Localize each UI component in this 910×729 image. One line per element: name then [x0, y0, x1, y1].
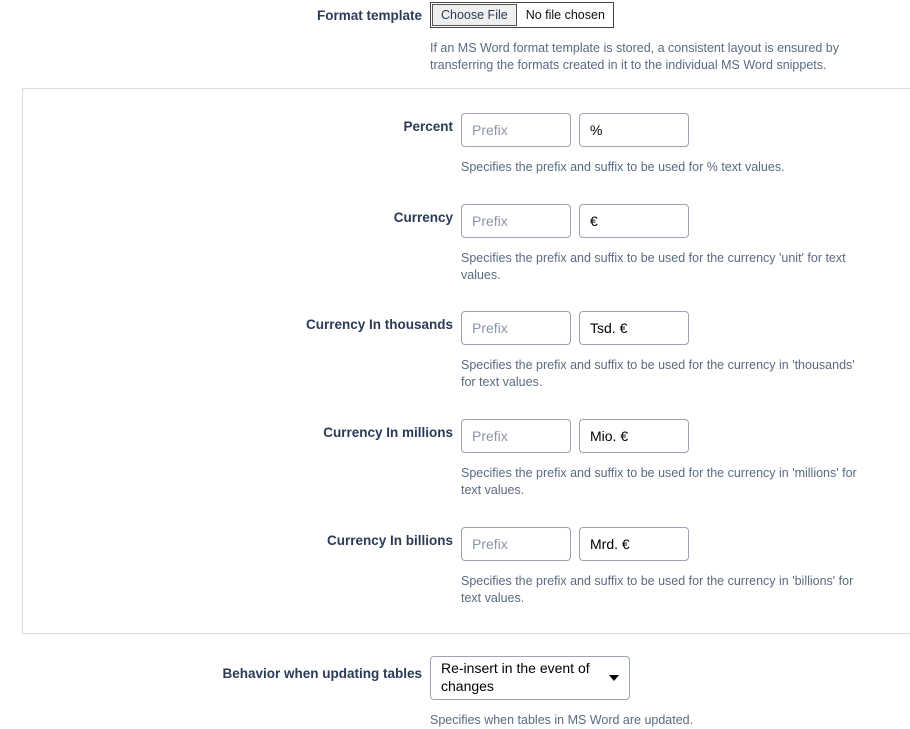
behavior-select-value: Re-insert in the event of changes — [441, 660, 599, 695]
currency-billions-suffix-input[interactable] — [579, 527, 689, 561]
currency-help: Specifies the prefix and suffix to be us… — [461, 250, 910, 284]
currency-billions-label: Currency In billions — [23, 523, 461, 548]
behavior-label: Behavior when updating tables — [0, 652, 430, 681]
currency-millions-prefix-input[interactable] — [461, 419, 571, 453]
chevron-down-icon — [609, 675, 619, 681]
file-chosen-text: No file chosen — [518, 3, 613, 27]
currency-suffix-input[interactable] — [579, 204, 689, 238]
currency-millions-label: Currency In millions — [23, 415, 461, 440]
currency-billions-prefix-input[interactable] — [461, 527, 571, 561]
behavior-select[interactable]: Re-insert in the event of changes — [430, 656, 630, 700]
percent-suffix-input[interactable] — [579, 113, 689, 147]
choose-file-button[interactable]: Choose File — [432, 4, 517, 26]
format-template-label: Format template — [0, 2, 430, 23]
currency-thousands-suffix-input[interactable] — [579, 311, 689, 345]
format-template-file-input[interactable]: Choose File No file chosen — [430, 2, 614, 28]
format-settings-panel: Percent Specifies the prefix and suffix … — [22, 88, 910, 634]
currency-thousands-label: Currency In thousands — [23, 307, 461, 332]
format-template-help: If an MS Word format template is stored,… — [430, 40, 910, 74]
currency-millions-suffix-input[interactable] — [579, 419, 689, 453]
currency-thousands-prefix-input[interactable] — [461, 311, 571, 345]
currency-thousands-help: Specifies the prefix and suffix to be us… — [461, 357, 910, 391]
percent-label: Percent — [23, 109, 461, 134]
currency-millions-help: Specifies the prefix and suffix to be us… — [461, 465, 910, 499]
percent-help: Specifies the prefix and suffix to be us… — [461, 159, 910, 176]
behavior-help: Specifies when tables in MS Word are upd… — [430, 712, 910, 729]
currency-prefix-input[interactable] — [461, 204, 571, 238]
percent-prefix-input[interactable] — [461, 113, 571, 147]
currency-label: Currency — [23, 200, 461, 225]
currency-billions-help: Specifies the prefix and suffix to be us… — [461, 573, 910, 607]
